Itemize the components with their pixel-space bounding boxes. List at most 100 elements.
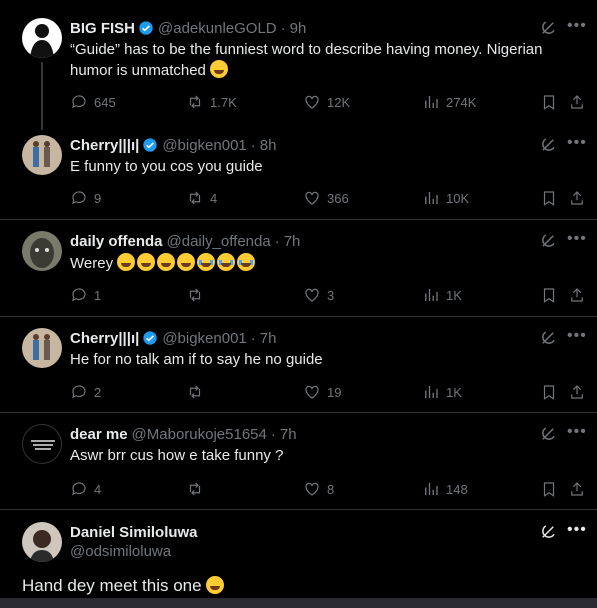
grok-icon[interactable] xyxy=(539,329,557,347)
tweet-actions: 4 8 148 xyxy=(70,479,590,499)
composer-text[interactable]: Hand dey meet this one xyxy=(22,576,226,596)
more-options-icon[interactable]: ••• xyxy=(567,18,586,39)
views-button[interactable]: 1K xyxy=(422,285,462,305)
author-name[interactable]: Daniel Similoluwa xyxy=(70,524,198,541)
repost-count: 1.7K xyxy=(210,94,237,110)
share-button[interactable] xyxy=(568,382,586,402)
reply-icon xyxy=(72,385,86,399)
bookmark-button[interactable] xyxy=(540,285,558,305)
tweet-text: “Guide” has to be the funniest word to d… xyxy=(70,40,570,81)
tweet-divider xyxy=(0,509,597,510)
like-count: 3 xyxy=(327,287,335,303)
more-options-icon[interactable]: ••• xyxy=(567,328,586,349)
repost-button[interactable]: 1.7K xyxy=(186,92,237,112)
author-name[interactable]: Cherry|||ı| xyxy=(70,330,139,347)
like-button[interactable]: 19 xyxy=(303,382,341,402)
reply-count: 4 xyxy=(94,481,102,497)
tweet-divider xyxy=(0,316,597,317)
views-button[interactable]: 274K xyxy=(422,92,476,112)
author-handle[interactable]: @daily_offenda xyxy=(167,233,271,250)
laughing-emoji-icon xyxy=(177,253,196,271)
laughing-emoji-icon xyxy=(137,253,156,271)
more-options-icon[interactable]: ••• xyxy=(567,231,586,252)
repost-icon xyxy=(189,288,201,302)
timestamp[interactable]: 7h xyxy=(280,426,297,443)
grok-icon[interactable] xyxy=(539,232,557,250)
share-button[interactable] xyxy=(568,92,586,112)
reply-button[interactable]: 645 xyxy=(70,92,116,112)
grok-icon[interactable] xyxy=(539,425,557,443)
avatar[interactable] xyxy=(22,231,62,271)
author-handle[interactable]: @bigken001 xyxy=(162,330,246,347)
grok-icon[interactable] xyxy=(539,523,557,541)
reply-button[interactable]: 2 xyxy=(70,382,101,402)
views-button[interactable]: 10K xyxy=(422,188,469,208)
repost-button[interactable] xyxy=(186,285,210,305)
bookmark-icon xyxy=(543,482,555,497)
avatar[interactable] xyxy=(22,424,62,464)
share-icon xyxy=(571,191,583,205)
reply-icon xyxy=(72,288,86,302)
repost-button[interactable]: 4 xyxy=(186,188,217,208)
share-button[interactable] xyxy=(568,479,586,499)
author-name[interactable]: dear me xyxy=(70,426,128,443)
thread-line xyxy=(41,62,43,130)
views-icon xyxy=(425,386,438,398)
timestamp[interactable]: 7h xyxy=(284,233,301,250)
share-button[interactable] xyxy=(568,285,586,305)
reply-button[interactable]: 1 xyxy=(70,285,101,305)
avatar[interactable] xyxy=(22,135,62,175)
share-button[interactable] xyxy=(568,188,586,208)
avatar[interactable] xyxy=(22,328,62,368)
avatar[interactable] xyxy=(22,522,62,562)
bookmark-button[interactable] xyxy=(540,92,558,112)
tweet-text: Werey xyxy=(70,253,570,274)
separator-dot: · xyxy=(250,136,256,154)
timestamp[interactable]: 8h xyxy=(260,137,277,154)
tweet-actions: 1 3 1K xyxy=(70,285,590,305)
bookmark-button[interactable] xyxy=(540,479,558,499)
grok-icon[interactable] xyxy=(539,136,557,154)
bookmark-button[interactable] xyxy=(540,188,558,208)
author-handle[interactable]: @Maborukoje51654 xyxy=(132,426,267,443)
reply-button[interactable]: 9 xyxy=(70,188,101,208)
repost-button[interactable] xyxy=(186,479,210,499)
author-handle[interactable]: @odsimiloluwa xyxy=(70,543,171,560)
tweet-divider xyxy=(0,412,597,413)
author-name[interactable]: Cherry|||ı| xyxy=(70,137,139,154)
timestamp[interactable]: 7h xyxy=(260,330,277,347)
repost-button[interactable] xyxy=(186,382,210,402)
reply-thread: BIG FISH @adekunleGOLD · 9h ••• “Guide” … xyxy=(0,0,597,608)
more-options-icon[interactable]: ••• xyxy=(567,424,586,445)
heart-icon xyxy=(305,95,319,109)
avatar[interactable] xyxy=(22,18,62,58)
like-button[interactable]: 12K xyxy=(303,92,350,112)
grok-icon[interactable] xyxy=(539,19,557,37)
more-options-icon[interactable]: ••• xyxy=(567,135,586,156)
author-name[interactable]: daily offenda xyxy=(70,233,163,250)
bookmark-button[interactable] xyxy=(540,382,558,402)
views-button[interactable]: 148 xyxy=(422,479,468,499)
repost-icon xyxy=(189,385,201,399)
author-handle[interactable]: @bigken001 xyxy=(162,137,246,154)
like-button[interactable]: 3 xyxy=(303,285,334,305)
timestamp[interactable]: 9h xyxy=(290,20,307,37)
views-button[interactable]: 1K xyxy=(422,382,462,402)
reply-button[interactable]: 4 xyxy=(70,479,101,499)
tweet-text: He for no talk am if to say he no guide xyxy=(70,351,323,368)
composer-text-content: Hand dey meet this one xyxy=(22,576,202,595)
author-name[interactable]: BIG FISH xyxy=(70,20,135,37)
view-count: 1K xyxy=(446,384,462,400)
author-handle[interactable]: @adekunleGOLD xyxy=(158,20,277,37)
like-button[interactable]: 366 xyxy=(303,188,349,208)
tweet-actions: 2 19 1K xyxy=(70,382,590,402)
laughing-emoji-icon xyxy=(117,253,136,271)
like-button[interactable]: 8 xyxy=(303,479,334,499)
views-icon xyxy=(425,192,438,204)
tweet-text-content: Werey xyxy=(70,255,114,272)
more-options-icon[interactable]: ••• xyxy=(567,522,586,543)
like-count: 366 xyxy=(327,190,349,206)
bookmark-icon xyxy=(543,95,555,110)
tweet-actions: 9 4 366 10K xyxy=(70,188,590,208)
tweet-divider xyxy=(0,219,597,220)
